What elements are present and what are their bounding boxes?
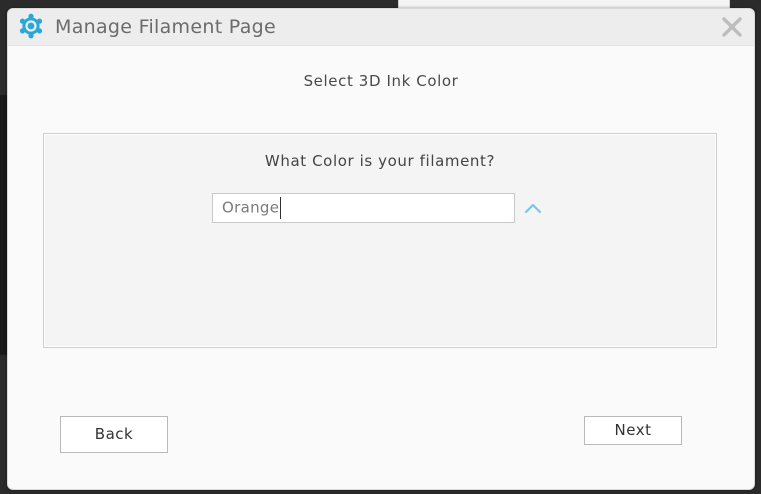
gear-logo-icon xyxy=(19,13,43,39)
text-caret xyxy=(280,197,282,219)
filament-color-input[interactable]: Orange xyxy=(212,193,515,223)
chevron-up-icon[interactable] xyxy=(522,200,544,216)
title-bar[interactable]: Manage Filament Page xyxy=(8,9,754,46)
back-button[interactable]: Back xyxy=(60,416,168,453)
color-question-label: What Color is your filament? xyxy=(264,152,496,170)
page-subtitle: Select 3D Ink Color xyxy=(303,72,459,90)
manage-filament-dialog: Manage Filament Page Select 3D Ink Color… xyxy=(7,8,755,490)
filament-color-value: Orange xyxy=(222,198,280,217)
close-icon[interactable] xyxy=(720,15,744,39)
window-title: Manage Filament Page xyxy=(55,16,276,38)
color-selection-panel: What Color is your filament? Orange xyxy=(43,133,717,348)
next-button[interactable]: Next xyxy=(584,416,682,445)
